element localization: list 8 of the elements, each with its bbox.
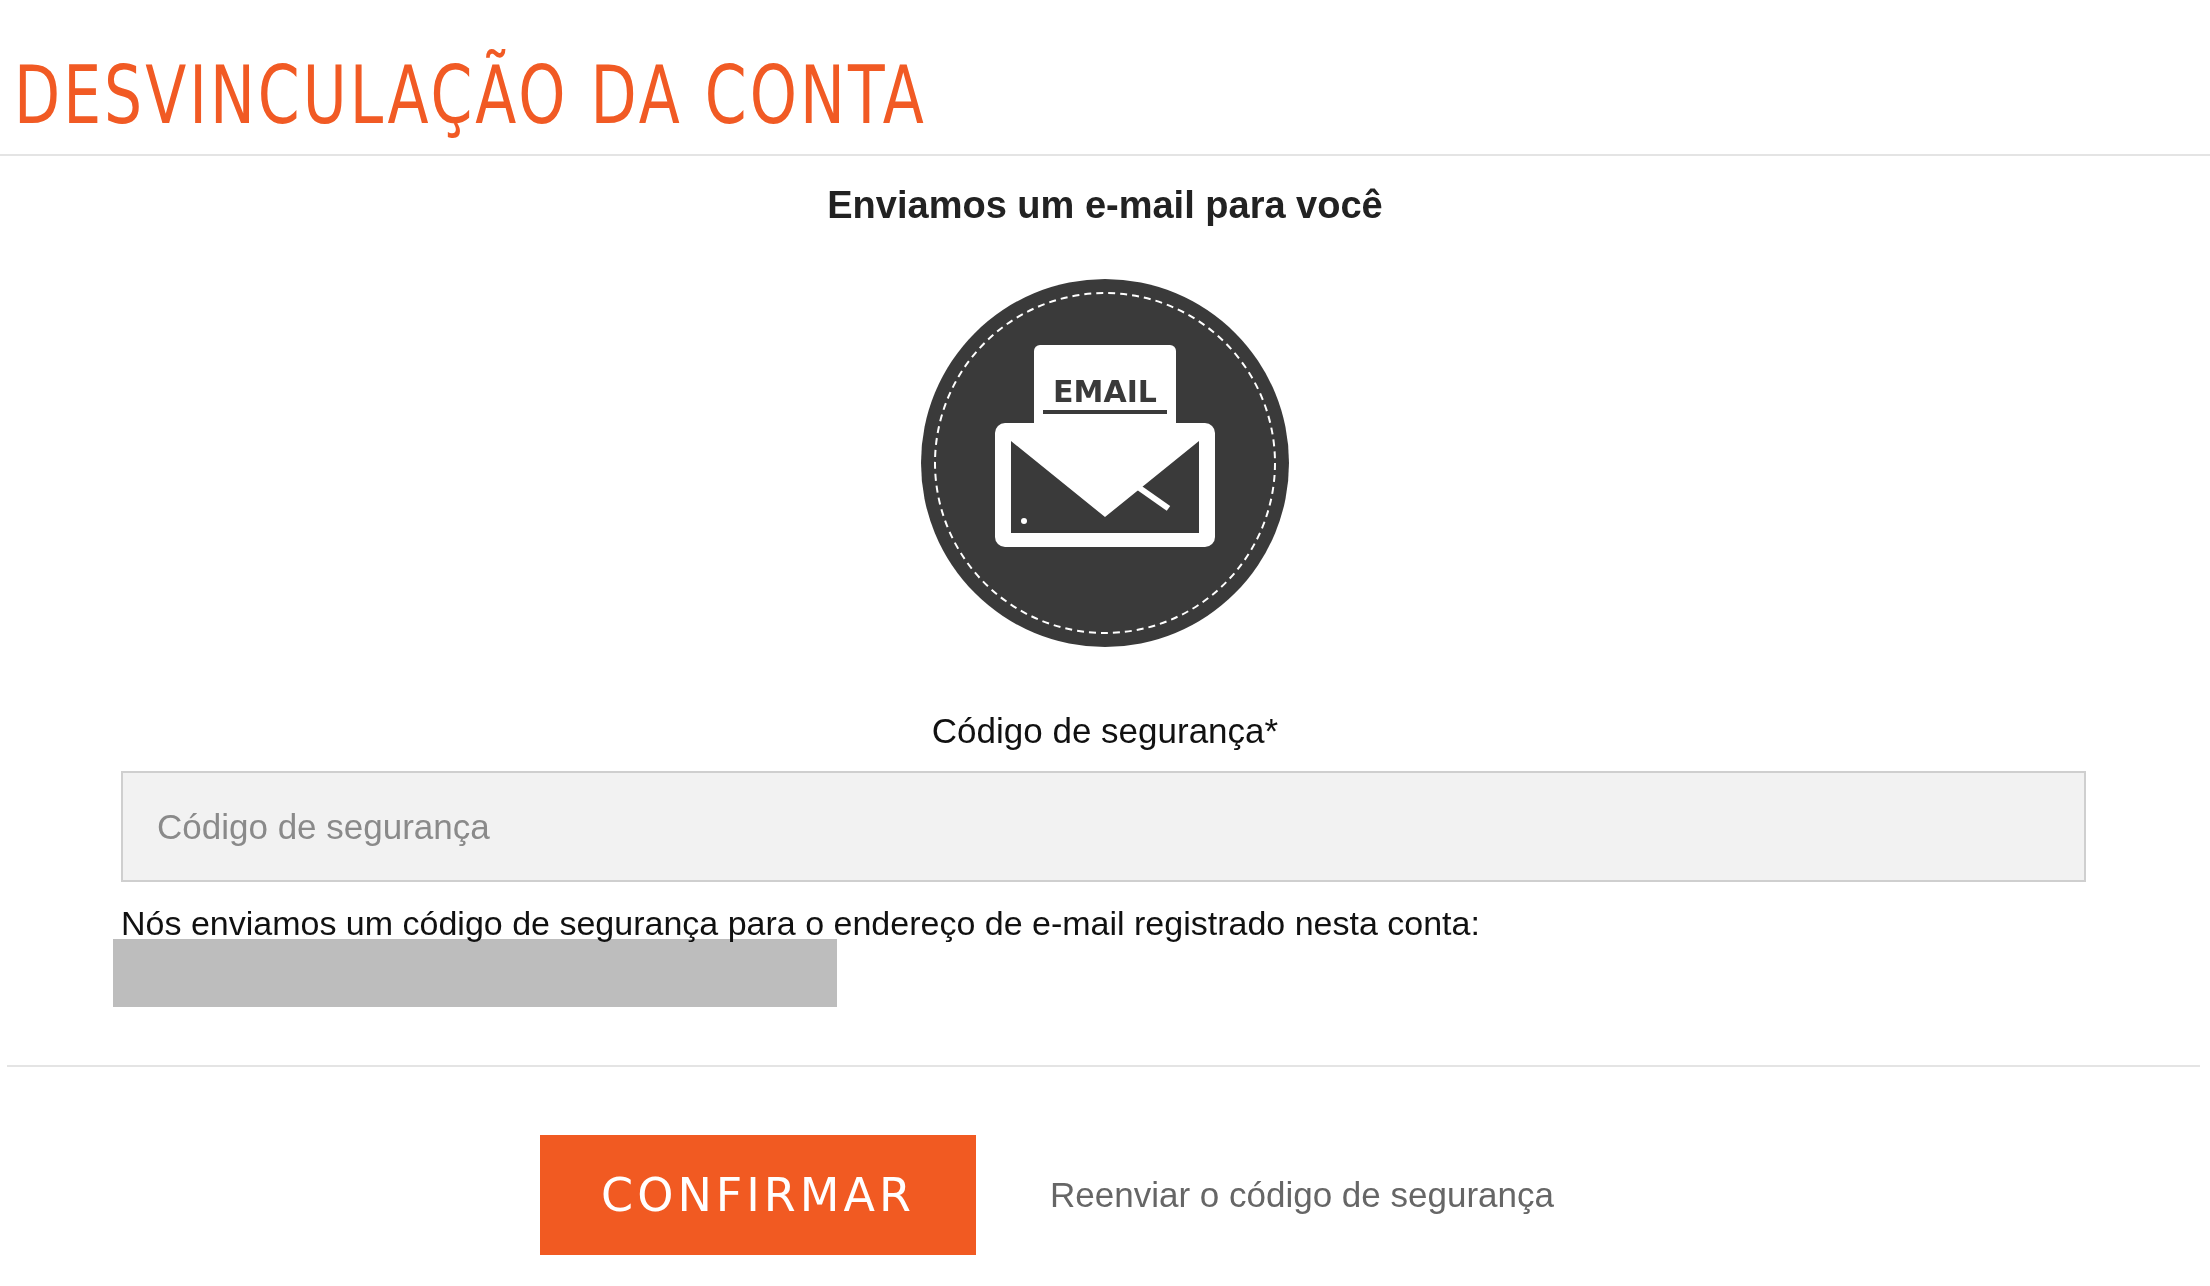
- heading: Enviamos um e-mail para você: [826, 184, 1384, 227]
- envelope-icon: EMAIL: [919, 277, 1291, 649]
- resend-link[interactable]: Reenviar o código de segurança: [1050, 1175, 1554, 1215]
- page-title: DESVINCULAÇÃO DA CONTA: [13, 46, 928, 144]
- field-label: Código de segurança*: [930, 711, 1280, 751]
- security-code-field[interactable]: Código de segurança: [121, 771, 2086, 882]
- help-text: Nós enviamos um código de segurança para o endereço de e-mail registrado nesta conta:: [121, 904, 1481, 943]
- confirm-button[interactable]: CONFIRMAR: [540, 1135, 976, 1255]
